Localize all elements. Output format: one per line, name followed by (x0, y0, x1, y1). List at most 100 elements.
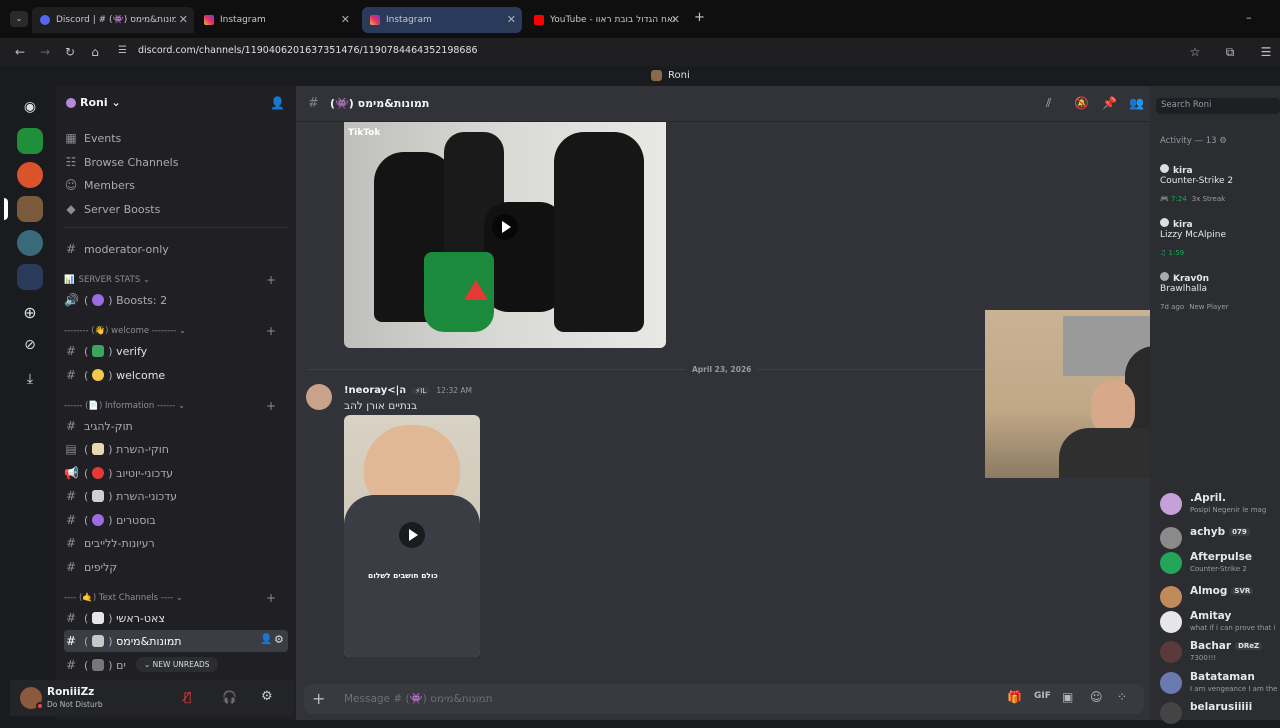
new-tab-button[interactable]: + (694, 10, 705, 25)
channel-main-chat[interactable]: #() צאט-ראשי (64, 607, 288, 629)
member-item[interactable]: .April. Posipi Negenir le mag (1160, 491, 1280, 519)
activity-card[interactable]: kira Counter-Strike 2 🎮 7:24 3x Streak (1160, 164, 1280, 205)
member-item[interactable]: Bachar DReZ 7300!!! (1160, 639, 1280, 667)
channel-verify[interactable]: #() verify (64, 340, 288, 362)
member-list-icon[interactable]: 👥 (1129, 96, 1144, 110)
browser-tab-youtube[interactable]: YouTube - האח הגדול בובת ראוו ✕ (526, 7, 686, 33)
channel-youtube-updates[interactable]: 📢() עדכוני-יוטיוב (64, 462, 288, 484)
category-welcome[interactable]: -------- (👋) welcome -------- ⌄ + (64, 324, 288, 338)
server-icon-4[interactable] (17, 230, 43, 256)
user-settings-gear-icon[interactable]: ⚙ (261, 689, 273, 704)
channel-label: צאט-ראשי (116, 611, 165, 625)
close-icon[interactable]: ✕ (507, 13, 516, 26)
member-item[interactable]: Batataman I am vengeance I am the n (1160, 670, 1280, 698)
hashtag-icon: # (65, 611, 77, 625)
gif-icon[interactable]: GIF (1034, 691, 1051, 701)
search-input[interactable]: Search Roni (1156, 98, 1280, 114)
channel-rules-text[interactable]: # תוק-להגיב (64, 415, 288, 437)
reload-icon[interactable]: ↻ (60, 42, 80, 62)
sidebar-item-boosts[interactable]: ◆ Server Boosts (64, 198, 288, 220)
channel-boosters[interactable]: #() בוסטרים (64, 509, 288, 531)
video-embed-1[interactable]: TikTok (344, 122, 666, 348)
play-button-icon[interactable] (399, 522, 425, 548)
add-channel-icon[interactable]: + (266, 324, 276, 338)
activity-card[interactable]: kira Lizzy McAlpine ♫ 1:59 (1160, 218, 1280, 259)
message-composer[interactable]: + Message # (👾) תמונות&מימס 🎁 GIF ▣ ☺ ⁘ (304, 684, 1144, 714)
channel-ideas[interactable]: # רעיונות-ללייבים (64, 532, 288, 554)
member-item[interactable]: achyb 079 (1160, 525, 1280, 553)
server-icon-1[interactable] (17, 128, 43, 154)
channel-label: verify (116, 344, 148, 358)
message-author[interactable]: !neoray<|ה (344, 385, 406, 396)
close-icon[interactable]: ✕ (341, 13, 350, 26)
browser-tab-discord[interactable]: Discord | # (👾) תמונות&מימס ✕ (32, 7, 194, 33)
add-channel-icon[interactable]: + (266, 591, 276, 605)
close-icon[interactable]: ✕ (179, 13, 188, 26)
channel-boosts[interactable]: 🔊() Boosts: 2 (64, 289, 288, 311)
category-information[interactable]: ------ (📄) Information ------ ⌄ + (64, 399, 288, 413)
notifications-off-icon[interactable]: 🔕 (1074, 96, 1089, 110)
add-channel-icon[interactable]: + (266, 273, 276, 287)
server-header[interactable]: Roni ⌄ (66, 96, 286, 114)
minimize-button[interactable]: – (1246, 11, 1252, 24)
gear-icon[interactable]: ⚙ (274, 633, 284, 646)
activity-time: 1:59 (1168, 249, 1185, 257)
avatar (1160, 272, 1169, 281)
mute-mic-icon[interactable]: 🎙̸ (184, 690, 191, 704)
play-button-icon[interactable] (492, 214, 518, 240)
browser-tab-instagram-2[interactable]: Instagram ✕ (362, 7, 522, 33)
discord-home-icon[interactable]: ◉ (17, 94, 43, 120)
forward-arrow-icon[interactable]: → (35, 42, 55, 62)
channel-server-updates[interactable]: #() עדכוני-השרת (64, 485, 288, 507)
threads-icon[interactable]: ⫽ (1046, 96, 1051, 111)
sidebar-item-events[interactable]: ▦ Events (64, 127, 288, 149)
channel-welcome[interactable]: #() welcome (64, 364, 288, 386)
message-avatar[interactable] (306, 384, 332, 410)
invite-icon[interactable]: 👤 (260, 634, 272, 645)
member-item[interactable]: belarusiiiii (1160, 700, 1280, 728)
member-item[interactable]: Amitay what if i can prove that i (1160, 609, 1280, 637)
message-input[interactable]: Message # (👾) תמונות&מימס (344, 692, 493, 705)
server-folder[interactable] (17, 264, 43, 290)
extensions-icon[interactable]: ⧉ (1220, 42, 1240, 62)
discover-icon[interactable]: ⊘ (17, 332, 43, 358)
channel-memes-active[interactable]: #() תמונות&מימס 👤 ⚙ (64, 630, 288, 652)
server-icon-roni[interactable] (17, 196, 43, 222)
member-item[interactable]: Almog SVR (1160, 584, 1280, 612)
add-channel-icon[interactable]: + (266, 399, 276, 413)
channel-clips[interactable]: # קליפים (64, 556, 288, 578)
member-item[interactable]: Afterpulse Counter-Strike 2 (1160, 550, 1280, 578)
sidebar-item-members[interactable]: ☺ Members (64, 174, 288, 196)
apps-icon[interactable]: ⁘ (1117, 690, 1127, 704)
category-server-stats[interactable]: 📊 SERVER STATS ⌄ + (64, 273, 288, 287)
add-server-icon[interactable]: ⊕ (17, 300, 43, 326)
channel-moderator-only[interactable]: # moderator-only (64, 238, 288, 260)
member-name: .April. (1190, 492, 1226, 504)
channel-rules[interactable]: ▤() חוקי-השרת (64, 438, 288, 460)
close-icon[interactable]: ✕ (671, 13, 680, 26)
category-text-channels[interactable]: ---- (🤙) Text Channels ---- ⌄ + (64, 591, 288, 605)
pin-icon[interactable]: 📌 (1102, 96, 1117, 110)
site-settings-icon[interactable]: ☰ (118, 45, 127, 56)
gear-icon[interactable]: ⚙ (1219, 136, 1227, 146)
instagram-icon (370, 15, 380, 25)
server-icon-2[interactable] (17, 162, 43, 188)
emoji-icon[interactable]: ☺ (1090, 690, 1103, 704)
home-icon[interactable]: ⌂ (85, 42, 105, 62)
activity-card[interactable]: Krav0n Brawlhalla 7d ago New Player (1160, 272, 1280, 313)
avatar (1160, 611, 1182, 633)
back-arrow-icon[interactable]: ← (10, 42, 30, 62)
sidebar-item-browse[interactable]: ☷ Browse Channels (64, 151, 288, 173)
new-unreads-pill[interactable]: ⌄ NEW UNREADS (136, 657, 218, 672)
sticker-icon[interactable]: ▣ (1062, 690, 1073, 704)
deafen-icon[interactable]: 🎧 (222, 690, 237, 704)
video-embed-2[interactable]: כולם חושבים לשלום (344, 415, 480, 657)
download-icon[interactable]: ⤓ (17, 366, 43, 392)
invite-people-icon[interactable]: 👤 (270, 96, 285, 110)
browser-tab-instagram-1[interactable]: Instagram ✕ (196, 7, 356, 33)
bookmark-star-icon[interactable]: ☆ (1185, 42, 1205, 62)
gift-icon[interactable]: 🎁 (1007, 690, 1022, 704)
tab-search-icon[interactable]: ⌄ (10, 11, 28, 27)
attach-plus-icon[interactable]: + (312, 689, 325, 708)
menu-icon[interactable]: ☰ (1256, 42, 1276, 62)
